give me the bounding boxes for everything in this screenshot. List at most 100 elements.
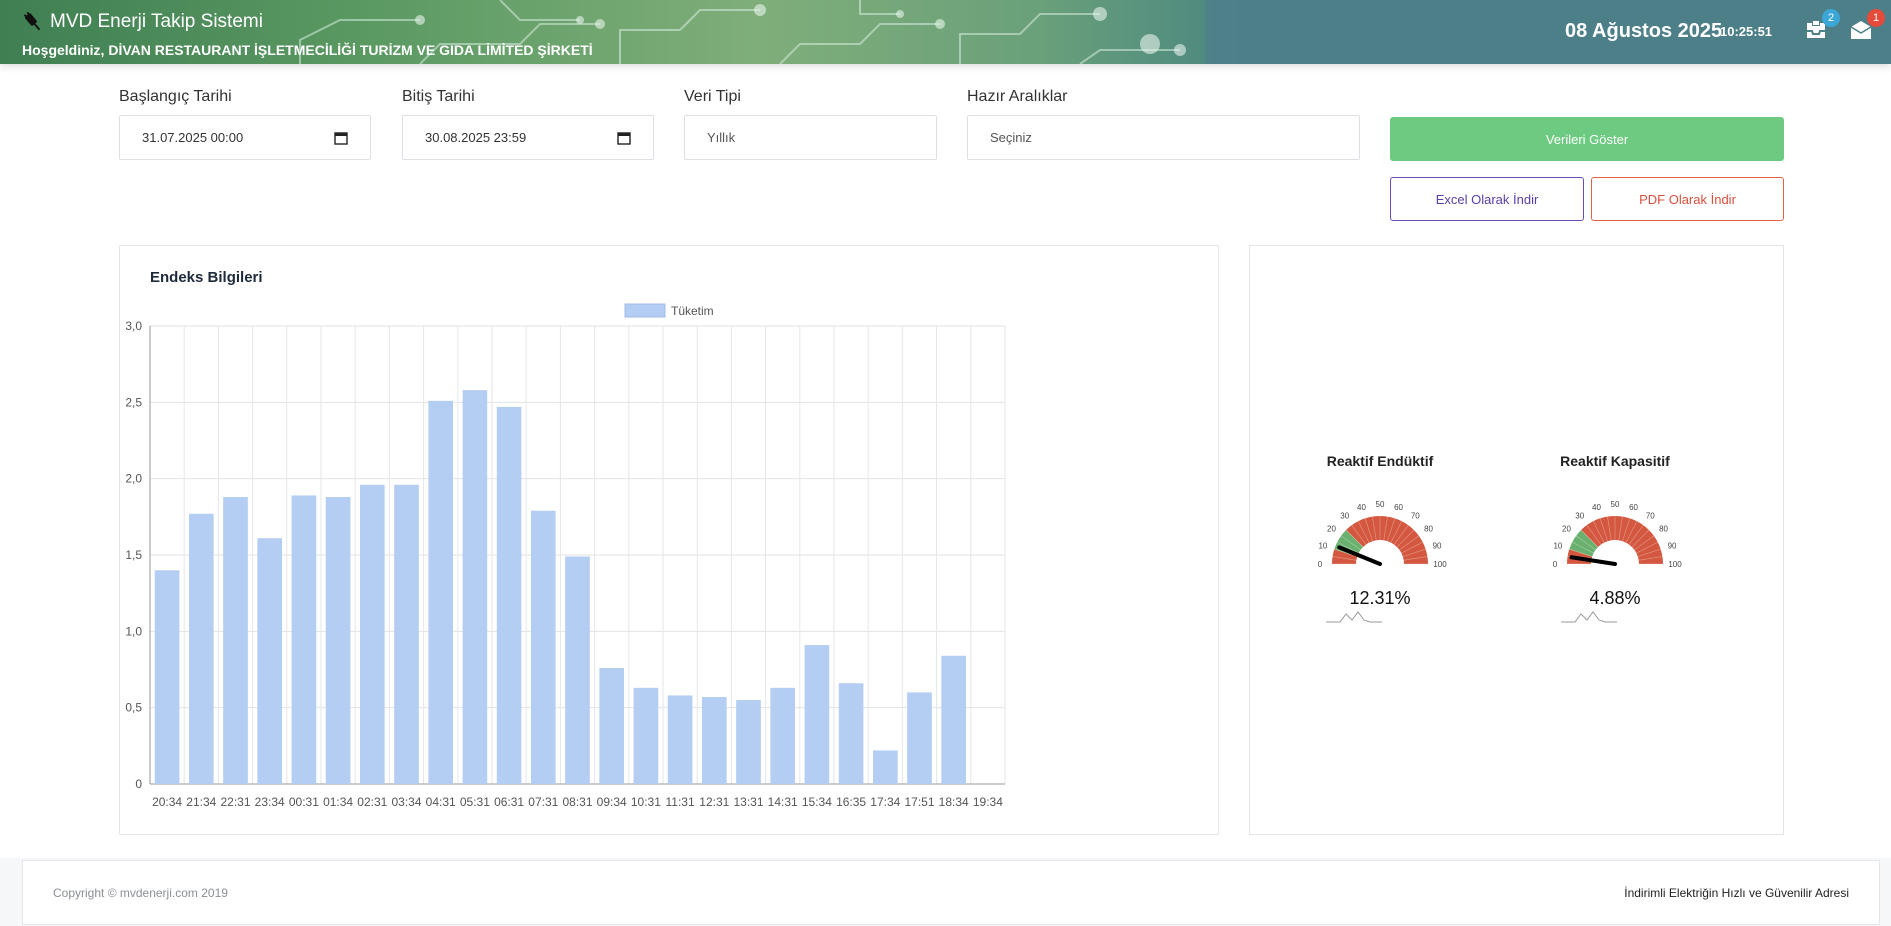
welcome-text: Hoşgeldiniz, DİVAN RESTAURANT İŞLETMECİL…: [22, 42, 593, 58]
y-tick-label: 3,0: [125, 319, 142, 333]
x-tick-label: 17:51: [904, 795, 934, 809]
legend-swatch: [624, 303, 666, 318]
gauge-tick-label: 60: [1394, 503, 1403, 512]
top-header: MVD Enerji Takip Sistemi Hoşgeldiniz, Dİ…: [0, 0, 1891, 64]
gauge-band-bad: [1581, 516, 1663, 564]
x-tick-label: 05:31: [460, 795, 490, 809]
gauge-tick-label: 50: [1611, 500, 1620, 509]
bar: [462, 390, 488, 784]
mail-badge: 1: [1867, 9, 1885, 27]
x-tick-label: 08:31: [562, 795, 592, 809]
x-tick-label: 06:31: [494, 795, 524, 809]
x-tick-label: 17:34: [870, 795, 900, 809]
chart-legend: Tüketim: [624, 303, 714, 318]
x-tick-label: 07:31: [528, 795, 558, 809]
bar-chart: 0 0,5 1,0 1,5 2,0 2,5 3,0 20:34 21:34 22:31 23:34 0…: [125, 303, 1006, 809]
inductive-gauge: 0 1020 30 40 50 60 70 8090 100: [1318, 500, 1447, 569]
bar: [907, 692, 932, 784]
x-tick-label: 01:34: [323, 795, 353, 809]
gauge-title-capacitive: Reaktif Kapasitif: [1560, 453, 1670, 469]
x-tick-label: 14:31: [768, 795, 798, 809]
bar: [428, 400, 454, 784]
show-data-button[interactable]: Verileri Göster: [1390, 117, 1784, 161]
start-date-input[interactable]: 31.07.2025 00:00: [119, 115, 371, 160]
gauge-panel: Reaktif Endüktif 0 10 20 30 40 50 60 70 80 90 100 …: [1249, 245, 1784, 835]
gauge-tick-label: 80: [1659, 525, 1668, 534]
gauge-tick-label: 40: [1592, 503, 1601, 512]
gauge-tick-label: 30: [1575, 511, 1584, 520]
bar: [188, 513, 214, 784]
inbox-badge: 2: [1822, 9, 1840, 27]
gauge-tick-label: 20: [1327, 525, 1336, 534]
gauge-tick-label: 100: [1668, 560, 1682, 569]
gauge-tick-label: 10: [1553, 541, 1562, 550]
bar: [701, 696, 727, 784]
mail-button[interactable]: 1: [1849, 9, 1885, 42]
app-title: MVD Enerji Takip Sistemi: [50, 11, 263, 32]
start-date-value: 31.07.2025 00:00: [142, 130, 244, 145]
x-tick-label: 19:34: [973, 795, 1003, 809]
gauge-tick-label: 0: [1318, 560, 1323, 569]
bar: [941, 655, 967, 784]
x-tick-label: 13:31: [733, 795, 763, 809]
bar: [359, 484, 385, 784]
x-tick-label: 04:31: [426, 795, 456, 809]
x-tick-label: 18:34: [939, 795, 969, 809]
preset-ranges-label: Hazır Aralıklar: [967, 88, 1068, 105]
y-tick-label: 1,0: [125, 624, 142, 638]
inbox-button[interactable]: 2: [1804, 9, 1840, 42]
start-date-label: Başlangıç Tarihi: [119, 88, 232, 105]
index-chart-panel: Endeks Bilgileri 0 0,5 1,0 1,5 2,0 2,5 3,0 20:3…: [119, 245, 1219, 835]
current-time: 10:25:51: [1720, 24, 1773, 39]
y-tick-label: 2,5: [125, 395, 142, 409]
brand[interactable]: MVD Enerji Takip Sistemi: [22, 11, 263, 33]
y-tick-label: 0: [135, 777, 142, 791]
gauge-tick-label: 0: [1553, 560, 1558, 569]
bar: [154, 570, 180, 784]
end-date-input[interactable]: 30.08.2025 23:59: [402, 115, 654, 160]
data-type-label: Veri Tipi: [684, 88, 741, 105]
calendar-icon[interactable]: [617, 131, 631, 145]
gauge-tick-label: 70: [1411, 511, 1420, 520]
legend-label: Tüketim: [671, 304, 714, 318]
gauge-tick-label: 90: [1668, 541, 1677, 550]
plug-icon: [23, 11, 41, 31]
gauge-tick-label: 80: [1424, 525, 1433, 534]
bar: [565, 556, 590, 784]
excel-download-button[interactable]: Excel Olarak İndir: [1390, 177, 1584, 221]
gauge-value-inductive: 12.31%: [1349, 588, 1411, 608]
preset-ranges-value: Seçiniz: [990, 130, 1032, 145]
calendar-icon[interactable]: [334, 131, 348, 145]
bar: [223, 496, 248, 784]
data-type-value: Yıllık: [707, 130, 736, 145]
data-type-select[interactable]: Yıllık: [684, 115, 937, 160]
gauge-tick-label: 60: [1629, 503, 1638, 512]
pdf-download-button[interactable]: PDF Olarak İndir: [1591, 177, 1784, 221]
bar: [496, 406, 522, 784]
gauge-value-capacitive: 4.88%: [1589, 588, 1641, 608]
bar: [530, 510, 556, 784]
gauge-tick-label: 20: [1562, 525, 1571, 534]
x-tick-label: 11:31: [666, 795, 695, 809]
bar: [257, 538, 283, 784]
bar: [872, 750, 898, 784]
x-tick-label: 00:31: [289, 795, 319, 809]
footer: Copyright © mvdenerji.com 2019 İndirimli…: [22, 860, 1880, 925]
x-tick-label: 16:35: [836, 795, 866, 809]
x-tick-label: 20:34: [152, 795, 182, 809]
gauge-tick-label: 90: [1433, 541, 1442, 550]
bar: [633, 687, 659, 784]
sparkline-icon: [1326, 611, 1382, 623]
bar: [804, 645, 830, 784]
capacitive-gauge: 0 1020 30 40 50 60 70 8090 100: [1553, 500, 1682, 569]
x-tick-label: 22:31: [220, 795, 250, 809]
x-tick-label: 23:34: [255, 795, 285, 809]
footer-slogan: İndirimli Elektriğin Hızlı ve Güvenilir …: [1624, 886, 1849, 900]
bar: [736, 700, 761, 784]
gauge-tick-label: 100: [1433, 560, 1447, 569]
bar: [838, 683, 864, 784]
current-date: 08 Ağustos 2025: [1565, 20, 1723, 42]
preset-ranges-select[interactable]: Seçiniz: [967, 115, 1360, 160]
x-tick-label: 10:31: [631, 795, 661, 809]
y-tick-label: 1,5: [125, 548, 142, 562]
